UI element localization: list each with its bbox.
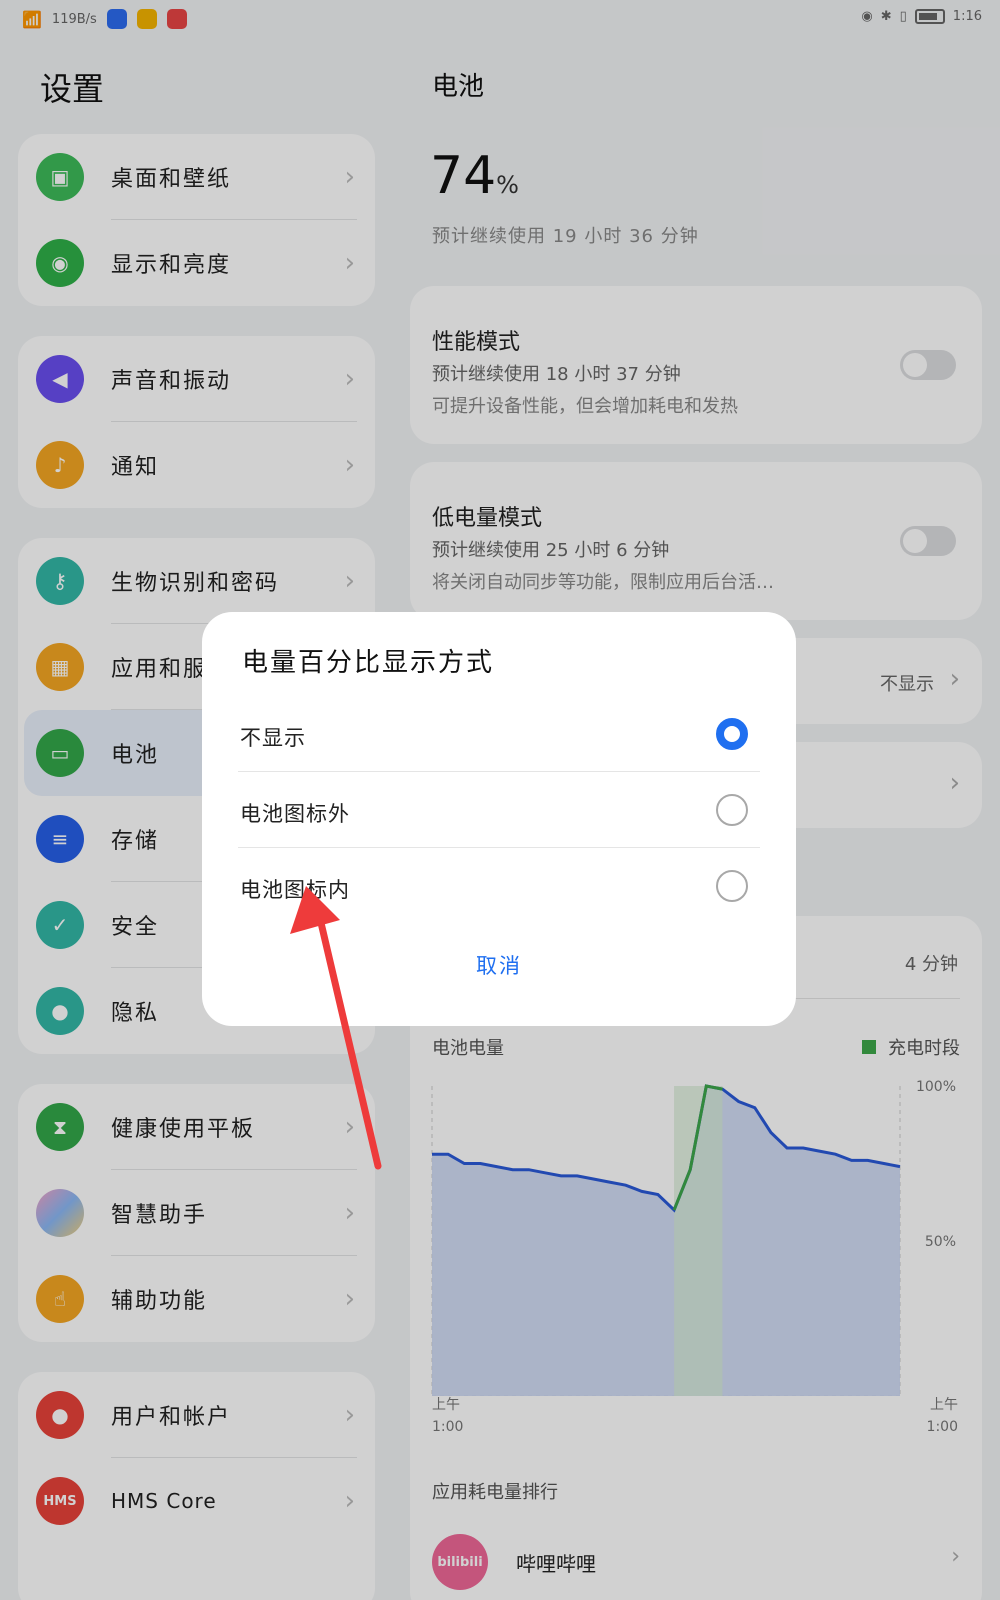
option-inside-icon[interactable]: 电池图标内 <box>238 848 760 924</box>
option-label: 电池图标内 <box>240 878 350 902</box>
radio-selected[interactable] <box>716 718 748 750</box>
cancel-button[interactable]: 取消 <box>202 950 796 980</box>
option-label: 不显示 <box>240 726 306 750</box>
radio-unselected[interactable] <box>716 870 748 902</box>
option-outside-icon[interactable]: 电池图标外 <box>238 772 760 848</box>
option-hide[interactable]: 不显示 <box>238 696 760 772</box>
option-label: 电池图标外 <box>240 802 350 826</box>
dialog-title: 电量百分比显示方式 <box>242 648 495 678</box>
percentage-display-dialog: 电量百分比显示方式 不显示 电池图标外 电池图标内 取消 <box>202 612 796 1026</box>
radio-unselected[interactable] <box>716 794 748 826</box>
